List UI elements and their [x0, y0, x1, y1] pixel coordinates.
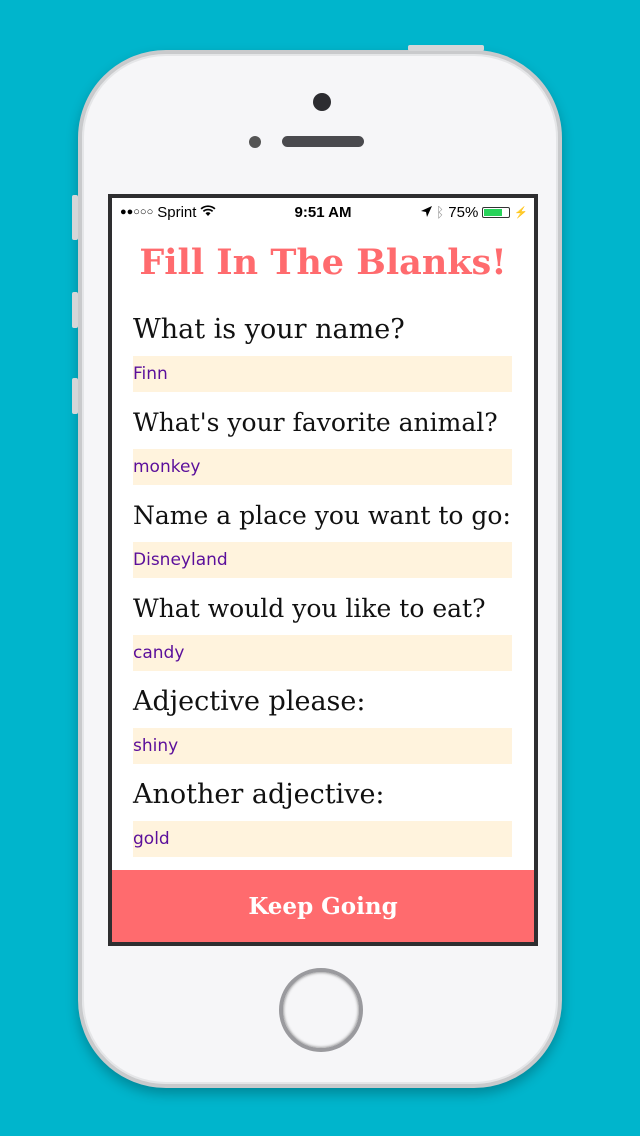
location-icon [420, 204, 432, 221]
carrier: Sprint [157, 203, 197, 221]
field-label-place: Name a place you want to go: [133, 501, 511, 530]
battery-percent: 75% [448, 203, 479, 221]
field-label-name: What is your name? [133, 314, 405, 345]
wifi-icon [200, 204, 216, 221]
page-title: Fill In The Blanks! [139, 242, 507, 283]
field-label-food: What would you like to eat? [133, 594, 486, 623]
form: What is your name? What's your favorite … [133, 310, 512, 868]
speaker [282, 136, 364, 147]
charging-icon: ⚡ [514, 206, 528, 219]
name-input[interactable] [133, 356, 512, 392]
field-label-animal: What's your favorite animal? [133, 408, 498, 437]
signal-icon: ●●○○○ [120, 206, 154, 218]
screen: ●●○○○ Sprint 9:51 AM ᛒ 75% ⚡ Fill In The… [108, 194, 538, 946]
adjective-input[interactable] [133, 728, 512, 764]
volume-up-button [72, 292, 78, 328]
sensor [249, 136, 261, 148]
field-label-another-adjective: Another adjective: [133, 779, 385, 810]
keep-going-button[interactable]: Keep Going [112, 870, 534, 942]
food-input[interactable] [133, 635, 512, 671]
animal-input[interactable] [133, 449, 512, 485]
home-button[interactable] [279, 968, 363, 1052]
place-input[interactable] [133, 542, 512, 578]
another-adjective-input[interactable] [133, 821, 512, 857]
bluetooth-icon: ᛒ [435, 204, 445, 220]
mute-switch [72, 195, 78, 240]
battery-icon [482, 206, 511, 218]
field-label-adjective: Adjective please: [133, 686, 366, 717]
volume-down-button [72, 378, 78, 414]
status-bar: ●●○○○ Sprint 9:51 AM ᛒ 75% ⚡ [112, 198, 534, 226]
power-button [408, 45, 484, 51]
camera-icon [313, 93, 331, 111]
